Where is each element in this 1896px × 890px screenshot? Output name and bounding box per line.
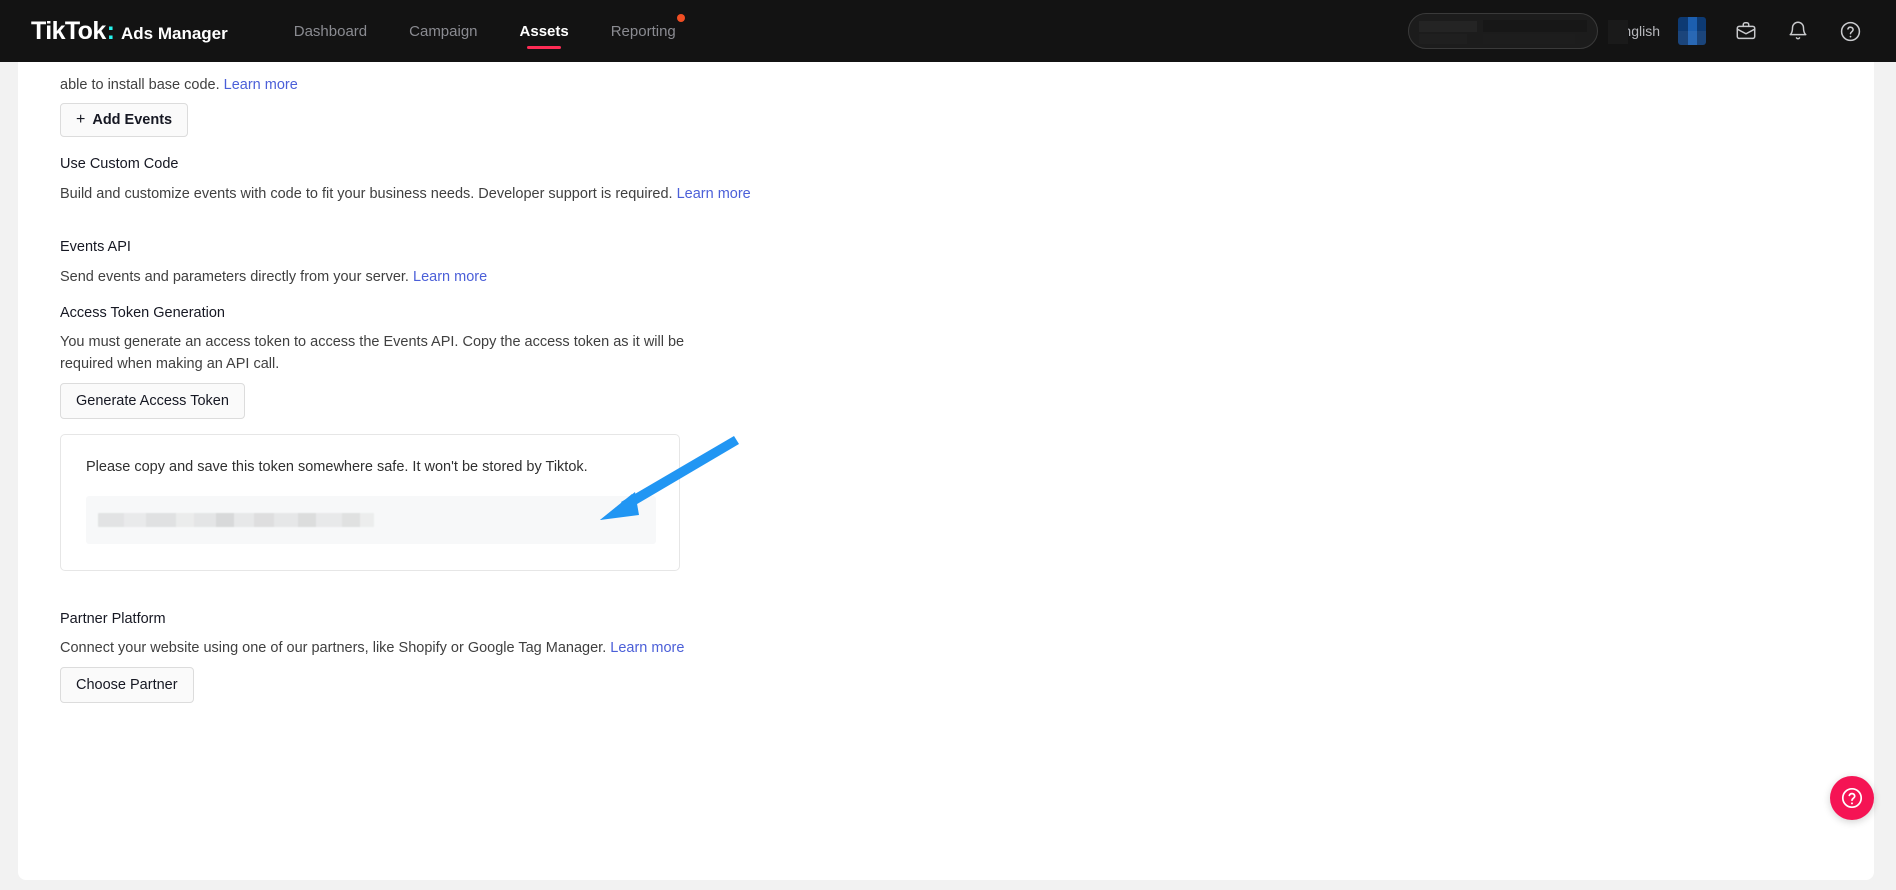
tiktok-wordmark: TikTok (31, 16, 106, 45)
nav-item-dashboard[interactable]: Dashboard (273, 0, 388, 62)
choose-partner-button[interactable]: Choose Partner (60, 667, 194, 703)
language-selector[interactable]: English (1608, 20, 1660, 44)
access-token-redacted-value (98, 513, 374, 527)
nav-label-campaign: Campaign (409, 22, 478, 40)
events-api-heading: Events API (60, 239, 131, 255)
account-selector[interactable] (1408, 13, 1599, 49)
nav-label-reporting: Reporting (610, 22, 676, 40)
token-save-notice: Please copy and save this token somewher… (86, 459, 588, 475)
nav-item-campaign[interactable]: Campaign (388, 0, 498, 62)
access-token-field[interactable] (86, 496, 656, 544)
nav-label-dashboard: Dashboard (293, 22, 368, 40)
brand-logo-area[interactable]: TikTok : Ads Manager (31, 17, 228, 46)
custom-code-learn-more-link[interactable]: Learn more (677, 186, 751, 202)
partner-platform-heading: Partner Platform (60, 611, 166, 627)
account-redaction-block (1419, 34, 1468, 44)
primary-nav: Dashboard Campaign Assets Reporting (273, 0, 697, 62)
account-redaction-block (1419, 21, 1478, 32)
top-navigation-bar: TikTok : Ads Manager Dashboard Campaign … (0, 0, 1896, 62)
choose-partner-label: Choose Partner (76, 677, 178, 693)
header-right-cluster: English (1408, 0, 1896, 62)
events-api-description: Send events and parameters directly from… (60, 266, 1060, 288)
avatar[interactable] (1678, 17, 1706, 45)
generate-access-token-button[interactable]: Generate Access Token (60, 383, 245, 419)
access-token-result-card: Please copy and save this token somewher… (60, 434, 680, 571)
base-code-text: able to install base code. (60, 77, 220, 93)
nav-item-reporting[interactable]: Reporting (590, 0, 697, 62)
base-code-learn-more-link[interactable]: Learn more (224, 77, 298, 93)
use-custom-code-text: Build and customize events with code to … (60, 186, 673, 202)
partner-platform-description: Connect your website using one of our pa… (60, 637, 1060, 659)
tiktok-colon-glyph: : (106, 16, 115, 45)
events-api-text: Send events and parameters directly from… (60, 269, 409, 285)
bell-icon[interactable] (1785, 18, 1811, 44)
help-floating-button[interactable] (1830, 776, 1874, 820)
events-api-learn-more-link[interactable]: Learn more (413, 269, 487, 285)
nav-item-assets[interactable]: Assets (499, 0, 590, 62)
access-token-generation-description: You must generate an access token to acc… (60, 334, 685, 372)
base-code-paragraph: able to install base code. Learn more (60, 74, 960, 96)
nav-label-assets: Assets (519, 22, 569, 40)
generate-access-token-label: Generate Access Token (76, 393, 229, 409)
access-token-generation-heading: Access Token Generation (60, 305, 225, 321)
language-redaction-mask (1608, 20, 1629, 44)
briefcase-icon[interactable] (1733, 18, 1759, 44)
plus-icon: + (76, 111, 86, 128)
use-custom-code-description: Build and customize events with code to … (60, 183, 1060, 205)
account-redaction-block (1483, 34, 1576, 44)
assets-content-card: able to install base code. Learn more + … (18, 62, 1874, 880)
ads-manager-label: Ads Manager (121, 23, 228, 43)
reporting-notification-dot (676, 14, 685, 22)
add-events-label: Add Events (92, 112, 173, 128)
help-circle-icon[interactable] (1837, 18, 1863, 44)
account-redaction-block (1483, 20, 1588, 32)
partner-platform-text: Connect your website using one of our pa… (60, 640, 607, 656)
add-events-button[interactable]: + Add Events (60, 103, 189, 137)
use-custom-code-heading: Use Custom Code (60, 156, 179, 172)
partner-learn-more-link[interactable]: Learn more (610, 640, 684, 656)
